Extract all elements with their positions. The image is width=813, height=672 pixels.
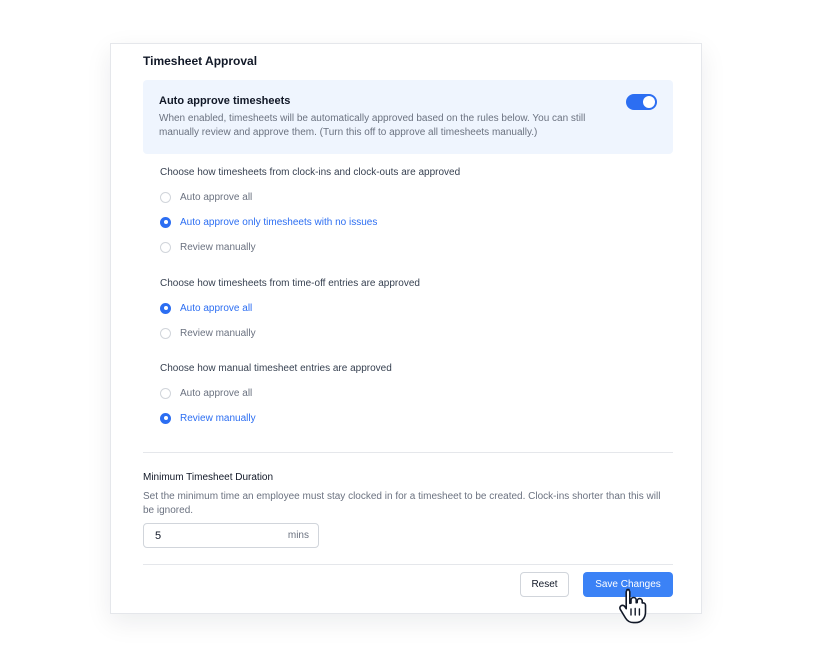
auto-approve-description: When enabled, timesheets will be automat…: [159, 113, 586, 138]
duration-description: Set the minimum time an employee must st…: [143, 491, 661, 516]
section-title: Timesheet Approval: [143, 54, 258, 68]
clock-group-title: Choose how timesheets from clock-ins and…: [160, 167, 461, 178]
duration-unit: mins: [287, 530, 309, 541]
auto-approve-toggle[interactable]: [626, 94, 657, 110]
clock-option-auto-all[interactable]: Auto approve all: [160, 190, 252, 204]
auto-approve-title: Auto approve timesheets: [159, 95, 291, 107]
radio-label: Auto approve all: [180, 302, 253, 314]
timeoff-option-review-manually[interactable]: Review manually: [160, 326, 256, 340]
radio-label: Auto approve only timesheets with no iss…: [180, 216, 378, 228]
section-divider: [143, 452, 673, 453]
timeoff-option-auto-all[interactable]: Auto approve all: [160, 301, 252, 315]
manual-option-review-manually[interactable]: Review manually: [160, 411, 256, 425]
radio-label: Review manually: [180, 241, 256, 253]
radio-label: Review manually: [180, 327, 256, 339]
radio-label: Review manually: [180, 412, 256, 424]
clock-option-no-issues[interactable]: Auto approve only timesheets with no iss…: [160, 215, 377, 229]
radio-label: Auto approve all: [180, 191, 253, 203]
duration-field[interactable]: mins: [143, 523, 319, 548]
radio-checked-icon[interactable]: [160, 302, 171, 314]
timeoff-group-title: Choose how timesheets from time-off entr…: [160, 278, 420, 289]
duration-input[interactable]: [155, 530, 255, 542]
reset-button[interactable]: Reset: [520, 572, 569, 597]
auto-approve-panel: Auto approve timesheets When enabled, ti…: [143, 80, 673, 154]
radio-icon[interactable]: [160, 387, 171, 399]
duration-title: Minimum Timesheet Duration: [143, 472, 274, 483]
manual-group-title: Choose how manual timesheet entries are …: [160, 363, 392, 374]
settings-card: Timesheet Approval Auto approve timeshee…: [110, 43, 702, 614]
radio-checked-icon[interactable]: [160, 412, 171, 424]
clock-option-review-manually[interactable]: Review manually: [160, 240, 256, 254]
radio-checked-icon[interactable]: [160, 216, 171, 228]
toggle-knob: [643, 96, 655, 108]
footer-divider: [143, 564, 673, 565]
radio-label: Auto approve all: [180, 387, 253, 399]
radio-icon[interactable]: [160, 191, 171, 203]
hand-pointer-icon: [619, 588, 647, 624]
manual-option-auto-all[interactable]: Auto approve all: [160, 386, 252, 400]
radio-icon[interactable]: [160, 327, 171, 339]
radio-icon[interactable]: [160, 241, 171, 253]
